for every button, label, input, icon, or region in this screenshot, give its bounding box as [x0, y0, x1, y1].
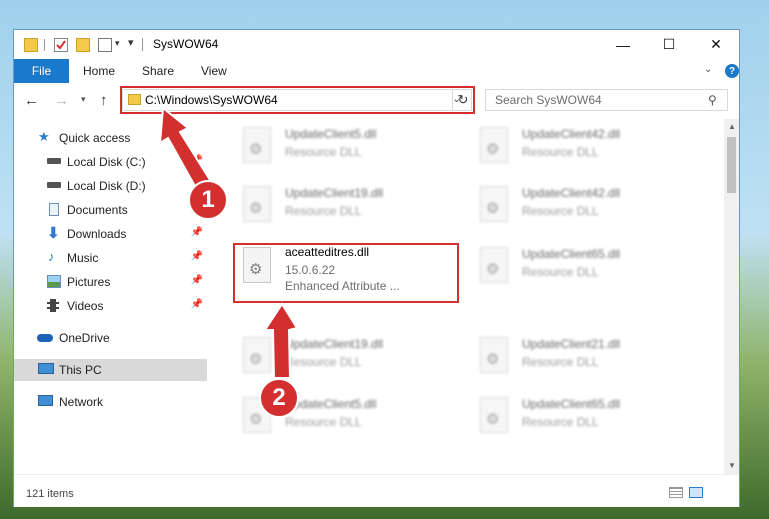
arrow-1: [158, 106, 212, 190]
callout-2: 2: [259, 378, 299, 418]
arrow-2: [263, 302, 299, 379]
annotation-arrows: [158, 106, 299, 379]
callout-1: 1: [188, 180, 228, 220]
